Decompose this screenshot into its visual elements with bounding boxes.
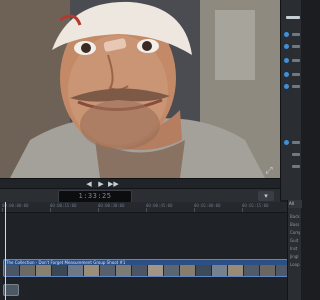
inspector-row[interactable] bbox=[284, 152, 300, 158]
ruler-label: 00:00:15:00 bbox=[50, 203, 77, 208]
blue-dot-icon bbox=[284, 84, 289, 89]
timeline: 00:00:00:00 00:00:15:00 00:00:30:00 00:0… bbox=[0, 202, 287, 300]
inspector-row[interactable] bbox=[284, 84, 300, 90]
inspector-title bbox=[286, 16, 300, 19]
blue-dot-icon bbox=[284, 44, 289, 49]
browser-item[interactable]: Bass bbox=[290, 222, 300, 227]
blue-dot-icon bbox=[284, 58, 289, 63]
browser-item[interactable]: Jingl bbox=[290, 254, 300, 259]
video-clip[interactable]: The Collection - Don't Forget Measuremen… bbox=[3, 259, 287, 277]
browser-item[interactable]: Inst bbox=[290, 246, 300, 251]
inspector-panel bbox=[280, 0, 301, 200]
ruler-label: 00:01:00:00 bbox=[194, 203, 221, 208]
ruler-label: 00:00:30:00 bbox=[98, 203, 125, 208]
browser-sidebar: All Back Bass Comp Guit Inst Jingl Loop bbox=[287, 200, 302, 300]
browser-item[interactable]: Comp bbox=[290, 230, 300, 235]
inspector-row[interactable] bbox=[284, 58, 300, 64]
browser-item[interactable]: Loop bbox=[290, 262, 300, 267]
blue-dot-icon bbox=[284, 140, 289, 145]
browser-header[interactable]: All bbox=[288, 200, 302, 208]
inspector-row[interactable] bbox=[284, 140, 300, 146]
browser-item[interactable]: Guit bbox=[290, 238, 300, 243]
inspector-row[interactable] bbox=[284, 32, 300, 38]
fullscreen-icon[interactable]: ⤢ bbox=[264, 166, 274, 176]
ruler-label: 00:01:15:00 bbox=[242, 203, 269, 208]
blue-dot-icon bbox=[284, 72, 289, 77]
timeline-ruler[interactable]: 00:00:00:00 00:00:15:00 00:00:30:00 00:0… bbox=[0, 202, 287, 213]
video-frame bbox=[0, 0, 280, 178]
clip-thumbnails bbox=[4, 265, 287, 276]
playhead[interactable] bbox=[5, 202, 6, 300]
inspector-row[interactable] bbox=[284, 164, 300, 170]
tool-menu-button[interactable]: ▾ bbox=[258, 191, 274, 201]
ruler-label: 00:00:45:00 bbox=[146, 203, 173, 208]
inspector-row[interactable] bbox=[284, 72, 300, 78]
viewer: ⤢ bbox=[0, 0, 280, 178]
browser-item[interactable]: Back bbox=[290, 214, 300, 219]
blue-dot-icon bbox=[284, 32, 289, 37]
inspector-row[interactable] bbox=[284, 44, 300, 50]
